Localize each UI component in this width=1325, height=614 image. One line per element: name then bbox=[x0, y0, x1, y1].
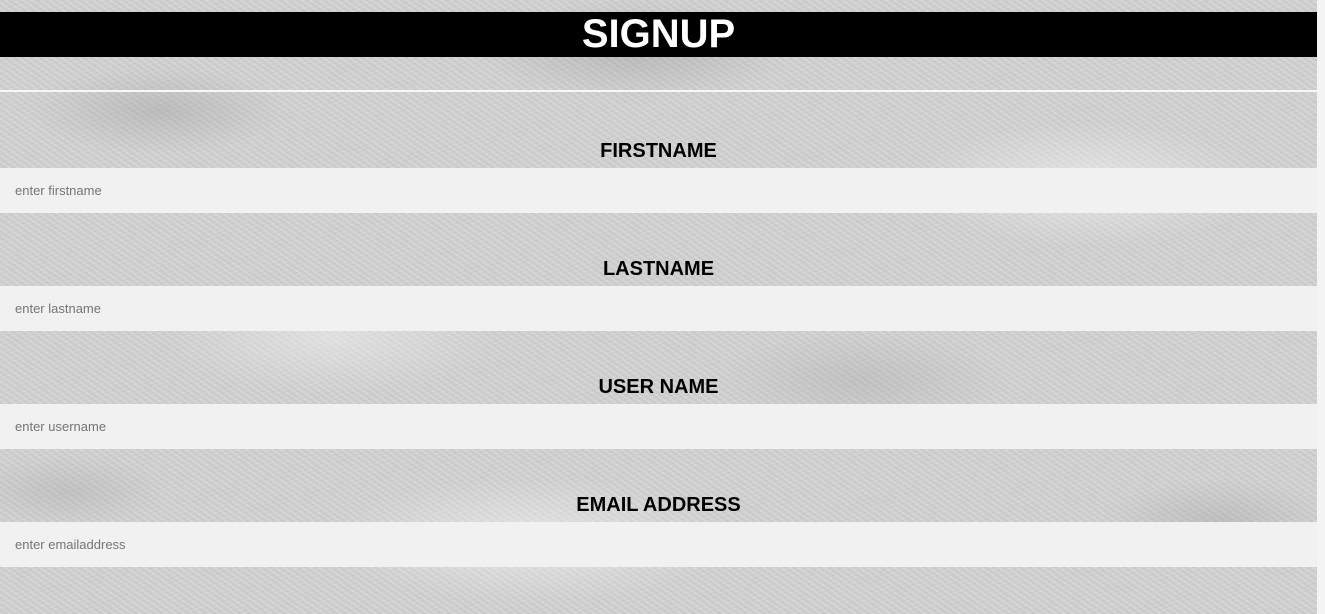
firstname-input[interactable] bbox=[0, 168, 1317, 213]
lastname-input[interactable] bbox=[0, 286, 1317, 331]
lastname-label: LASTNAME bbox=[602, 258, 715, 280]
firstname-label: FIRSTNAME bbox=[600, 140, 717, 162]
username-label: USER NAME bbox=[598, 376, 719, 398]
username-input[interactable] bbox=[0, 404, 1317, 449]
email-input[interactable] bbox=[0, 522, 1317, 567]
page-edge bbox=[1317, 0, 1325, 614]
email-label: EMAIL ADDRESS bbox=[576, 494, 741, 516]
header-divider bbox=[0, 90, 1317, 92]
page-title: SIGNUP bbox=[581, 12, 736, 56]
signup-header: SIGNUP bbox=[0, 12, 1317, 57]
